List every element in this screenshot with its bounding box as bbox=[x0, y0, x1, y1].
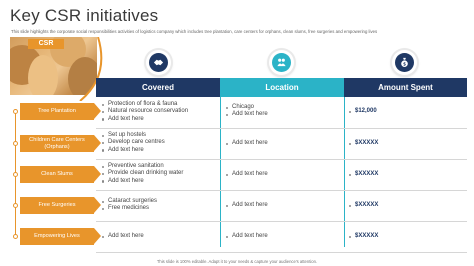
row-divider bbox=[96, 128, 467, 129]
amount-value: $XXXXX bbox=[348, 202, 378, 209]
column-header-covered: Covered bbox=[96, 78, 220, 97]
table-row-location: Chicago Add text here bbox=[225, 104, 268, 119]
category-tree-plantation: Tree Plantation bbox=[20, 103, 101, 120]
column-divider bbox=[344, 97, 345, 247]
table-row-covered: Protection of flora & fauna Natural reso… bbox=[101, 101, 188, 123]
row-divider bbox=[96, 252, 467, 253]
table-row-covered: Preventive sanitation Provide clean drin… bbox=[101, 163, 183, 185]
table-row-amount: $XXXXX bbox=[348, 202, 378, 209]
table-row-location: Add text here bbox=[225, 171, 268, 178]
table-row-location: Add text here bbox=[225, 140, 268, 147]
category-dot bbox=[13, 234, 18, 239]
list-item: Preventive sanitation bbox=[101, 163, 183, 170]
page-title: Key CSR initiatives bbox=[10, 6, 159, 25]
people-icon-badge bbox=[269, 50, 294, 75]
list-item: Add text here bbox=[101, 147, 165, 154]
list-item: Chicago bbox=[225, 104, 268, 111]
list-item: Add text here bbox=[101, 233, 144, 240]
category-dot bbox=[13, 203, 18, 208]
list-item: Add text here bbox=[225, 111, 268, 118]
list-item: Natural resource conservation bbox=[101, 108, 188, 115]
money-bag-icon-badge: $ bbox=[392, 50, 417, 75]
footer-note: This slide is 100% editable. Adapt it to… bbox=[156, 259, 318, 264]
table-row-amount: $XXXXX bbox=[348, 171, 378, 178]
handshake-icon-badge bbox=[146, 50, 171, 75]
column-header-amount-spent: Amount Spent bbox=[344, 78, 467, 97]
table-row-amount: $XXXXX bbox=[348, 233, 378, 240]
list-item: Add text here bbox=[101, 178, 183, 185]
category-dot bbox=[13, 141, 18, 146]
list-item: Provide clean drinking water bbox=[101, 170, 183, 177]
people-icon bbox=[272, 53, 291, 72]
category-free-surgeries: Free Surgeries bbox=[20, 197, 101, 214]
category-children-care: Children Care Centers (Orphans) bbox=[20, 135, 101, 152]
list-item: Add text here bbox=[225, 140, 268, 147]
list-item: Protection of flora & fauna bbox=[101, 101, 188, 108]
list-item: Develop care centres bbox=[101, 139, 165, 146]
table-row-location: Add text here bbox=[225, 233, 268, 240]
amount-value: $XXXXX bbox=[348, 171, 378, 178]
column-header-location: Location bbox=[220, 78, 344, 97]
row-divider bbox=[96, 190, 467, 191]
table-row-covered: Add text here bbox=[101, 233, 144, 240]
row-divider bbox=[96, 159, 467, 160]
column-divider bbox=[220, 97, 221, 247]
category-clean-slums: Clean Slums bbox=[20, 166, 101, 183]
csr-label: CSR bbox=[28, 39, 64, 49]
list-item: Add text here bbox=[225, 171, 268, 178]
table-row-amount: $XXXXX bbox=[348, 140, 378, 147]
list-item: Add text here bbox=[101, 116, 188, 123]
category-dot bbox=[13, 172, 18, 177]
page-subtitle: This slide highlights the corporate soci… bbox=[11, 29, 378, 34]
list-item: Free medicines bbox=[101, 205, 157, 212]
svg-text:$: $ bbox=[403, 61, 406, 66]
amount-value: $12,000 bbox=[348, 108, 377, 115]
amount-value: $XXXXX bbox=[348, 233, 378, 240]
list-item: Cataract surgeries bbox=[101, 198, 157, 205]
amount-value: $XXXXX bbox=[348, 140, 378, 147]
category-dot bbox=[13, 109, 18, 114]
table-row-covered: Cataract surgeries Free medicines bbox=[101, 198, 157, 213]
handshake-icon bbox=[149, 53, 168, 72]
table-row-location: Add text here bbox=[225, 202, 268, 209]
row-divider bbox=[96, 221, 467, 222]
table-row-covered: Set up hostels Develop care centres Add … bbox=[101, 132, 165, 154]
list-item: Set up hostels bbox=[101, 132, 165, 139]
list-item: Add text here bbox=[225, 202, 268, 209]
money-bag-icon: $ bbox=[395, 53, 414, 72]
category-empowering-lives: Empowering Lives bbox=[20, 228, 101, 245]
list-item: Add text here bbox=[225, 233, 268, 240]
table-row-amount: $12,000 bbox=[348, 108, 377, 115]
